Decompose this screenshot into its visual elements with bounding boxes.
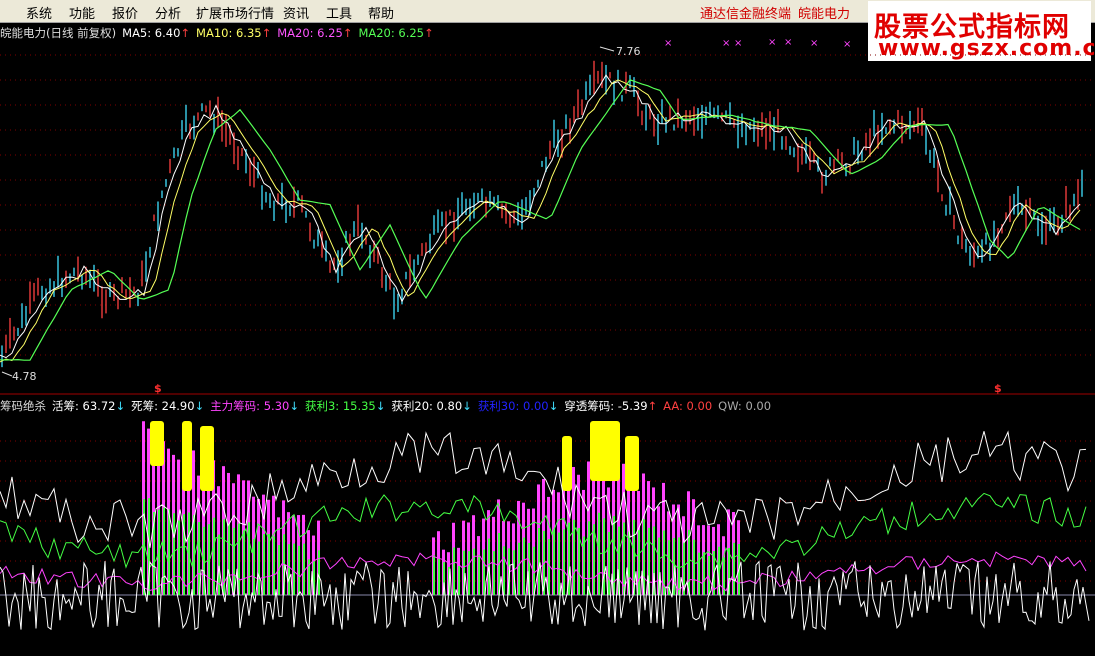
profit-bar bbox=[228, 524, 230, 595]
profit-bar bbox=[493, 551, 495, 595]
profit-bar bbox=[243, 530, 245, 595]
highlight-block bbox=[182, 421, 192, 491]
profit-bar bbox=[318, 550, 320, 595]
signal-marker: × bbox=[843, 39, 851, 50]
profit-bar bbox=[483, 549, 485, 595]
profit-bar bbox=[298, 545, 300, 595]
profit-bar bbox=[703, 552, 705, 595]
low-price-label: 4.78 bbox=[12, 370, 37, 383]
profit-bar bbox=[213, 517, 215, 595]
highlight-block bbox=[200, 426, 214, 491]
profit-bar bbox=[678, 537, 680, 595]
profit-bar bbox=[233, 527, 235, 595]
profit-bar bbox=[303, 543, 305, 595]
signal-marker: × bbox=[664, 38, 672, 49]
profit-bar bbox=[478, 554, 480, 595]
profit-bar bbox=[258, 541, 260, 595]
profit-bar bbox=[293, 543, 295, 595]
profit-bar bbox=[733, 542, 735, 595]
highlight-block bbox=[590, 421, 620, 481]
profit-bar bbox=[583, 536, 585, 595]
signal-marker: × bbox=[768, 37, 776, 48]
signal-marker: × bbox=[810, 38, 818, 49]
profit-bar bbox=[458, 566, 460, 595]
profit-bar bbox=[453, 547, 455, 595]
profit-bar bbox=[603, 518, 605, 595]
highlight-block bbox=[150, 421, 164, 466]
profit-bar bbox=[518, 542, 520, 595]
profit-bar bbox=[503, 546, 505, 595]
profit-bar bbox=[538, 527, 540, 595]
profit-bar bbox=[248, 522, 250, 595]
profit-bar bbox=[608, 531, 610, 595]
profit-bar bbox=[263, 534, 265, 595]
profit-bar bbox=[468, 551, 470, 595]
profit-bar bbox=[238, 523, 240, 595]
profit-bar bbox=[288, 544, 290, 595]
profit-bar bbox=[553, 529, 555, 595]
profit-bar bbox=[268, 533, 270, 595]
profit-bar bbox=[523, 537, 525, 595]
profit-bar bbox=[198, 522, 200, 595]
price-chart[interactable]: 7.76 4.78 × × × × × × × $ $ bbox=[0, 0, 1095, 395]
profit-bar bbox=[563, 529, 565, 595]
profit-bar bbox=[588, 521, 590, 595]
profit-bar bbox=[273, 536, 275, 595]
signal-marker: × bbox=[722, 38, 730, 49]
profit-bar bbox=[548, 539, 550, 595]
high-marker bbox=[599, 46, 615, 52]
profit-bar bbox=[693, 539, 695, 595]
highlight-block bbox=[562, 436, 572, 491]
signal-marker: × bbox=[784, 37, 792, 48]
profit-bar bbox=[688, 529, 690, 595]
indicator-chart[interactable] bbox=[0, 396, 1095, 656]
signal-marker: × bbox=[734, 38, 742, 49]
profit-bar bbox=[438, 558, 440, 595]
profit-bar bbox=[218, 534, 220, 595]
high-price-label: 7.76 bbox=[616, 45, 641, 58]
profit-bar bbox=[473, 548, 475, 595]
low-marker bbox=[1, 371, 13, 377]
profit-bar bbox=[638, 530, 640, 595]
dollar-marker: $ bbox=[154, 382, 162, 395]
profit-bar bbox=[558, 532, 560, 595]
profit-bar bbox=[433, 555, 435, 595]
profit-bar bbox=[178, 520, 180, 595]
profit-bar bbox=[613, 516, 615, 595]
profit-bar bbox=[173, 513, 175, 595]
dollar-marker: $ bbox=[994, 382, 1002, 395]
highlight-block bbox=[625, 436, 639, 491]
